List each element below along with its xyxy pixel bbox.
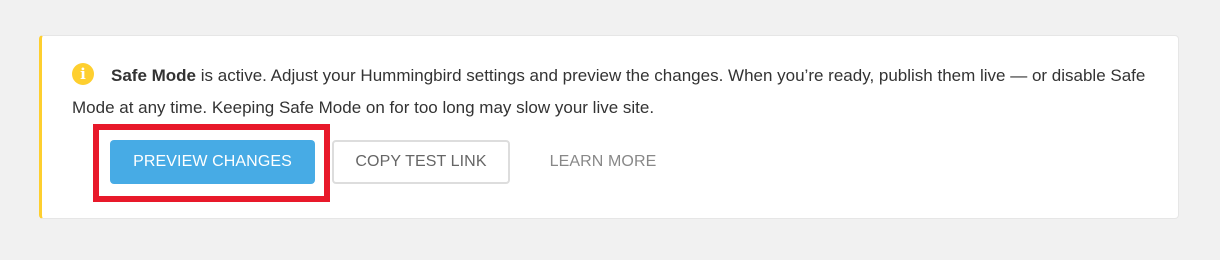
copy-test-link-button[interactable]: COPY TEST LINK (332, 140, 510, 184)
safe-mode-notice: i Safe Mode is active. Adjust your Hummi… (39, 35, 1179, 219)
notice-actions: PREVIEW CHANGES COPY TEST LINK LEARN MOR… (110, 139, 678, 185)
notice-message: Safe Mode is active. Adjust your Humming… (72, 60, 1162, 124)
notice-body: is active. Adjust your Hummingbird setti… (72, 66, 1146, 117)
preview-changes-button[interactable]: PREVIEW CHANGES (110, 140, 315, 184)
notice-title: Safe Mode (111, 66, 197, 85)
learn-more-link[interactable]: LEARN MORE (528, 140, 678, 184)
